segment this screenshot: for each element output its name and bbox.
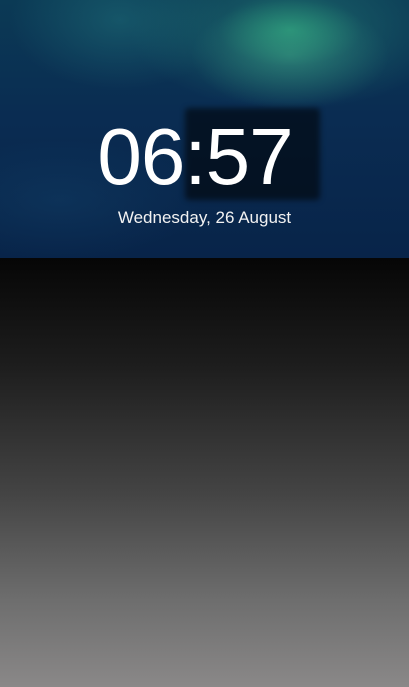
- clock-time: 06:57: [97, 112, 293, 201]
- clock-date: Wednesday, 26 August: [117, 208, 292, 227]
- lock-screen: 06:57 Wednesday, 26 August: [0, 0, 409, 687]
- bottom-panel: [0, 258, 409, 687]
- wallpaper: 06:57 Wednesday, 26 August: [0, 0, 409, 258]
- aurora-glow: [190, 0, 390, 110]
